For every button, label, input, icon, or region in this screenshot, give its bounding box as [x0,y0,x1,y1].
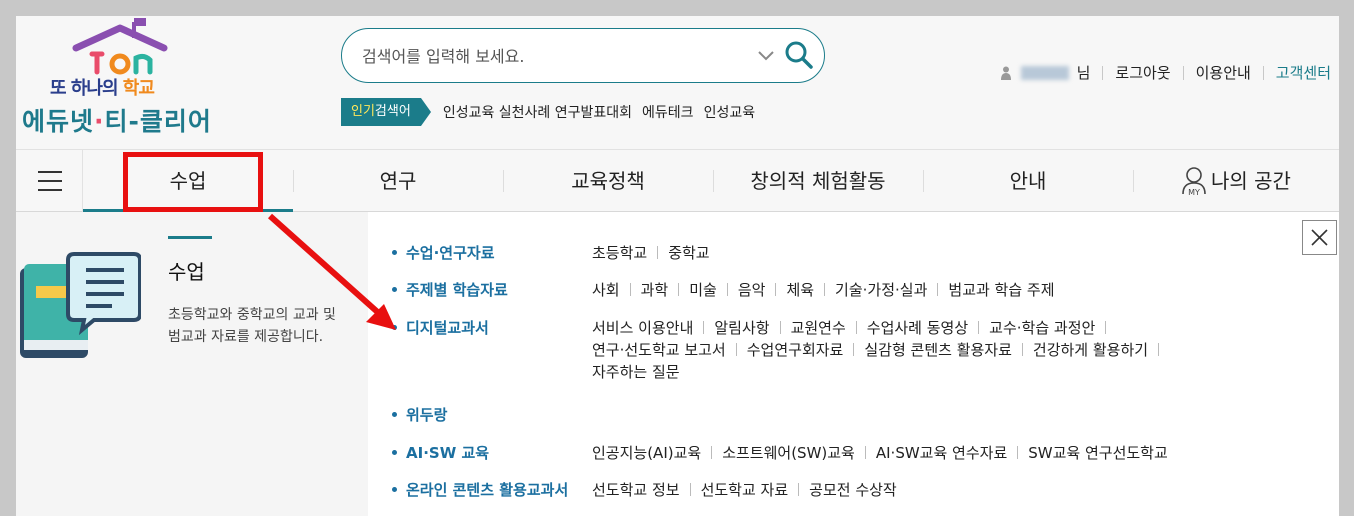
menu-subitem[interactable]: 수업사례 동영상 [867,317,979,339]
my-space-icon: MY [1182,167,1206,196]
popular-keywords: 인기검색어 인성교육 실천사례 연구발표대회 에듀테크 인성교육 [341,98,755,126]
svg-text:MY: MY [1188,188,1200,196]
close-icon [1311,229,1328,246]
search-input[interactable] [362,43,742,69]
menu-row: 위두랑 [392,404,592,425]
nav-item-policy[interactable]: 교육정책 [503,150,713,212]
close-button[interactable] [1302,220,1337,255]
menu-row: 수업·연구자료 초등학교 중학교 [392,242,1292,264]
menu-category[interactable]: 디지털교과서 [392,317,592,383]
menu-subitem[interactable]: 체육 [786,279,825,301]
menu-subitem[interactable]: 미술 [689,279,728,301]
menu-category[interactable]: 위두랑 [392,404,592,425]
divider [1133,170,1134,192]
nav-item-activities[interactable]: 창의적 체험활동 [713,150,923,212]
menu-subitem[interactable]: 자주하는 질문 [592,361,680,383]
nav-item-info[interactable]: 안내 [923,150,1133,212]
nav-item-my-space[interactable]: 나의 공간 [1211,150,1301,212]
guide-link[interactable]: 이용안내 [1196,62,1251,83]
menu-subitem[interactable]: 선도학교 자료 [701,479,800,501]
submenu-panel: 수업·연구자료 초등학교 중학교 주제별 학습자료 사회 과학 미술 음악 체육 기술·가정… [368,212,1339,516]
house-logo-icon [72,18,168,75]
menu-category[interactable]: 주제별 학습자료 [392,279,592,301]
menu-icon[interactable] [16,150,83,212]
menu-subitem[interactable]: 중학교 [668,242,709,264]
menu-subitem[interactable]: 기술·가정·실과 [835,279,938,301]
search-box [341,28,825,83]
menu-subitem[interactable]: 과학 [641,279,680,301]
menu-subitem[interactable]: 공모전 수상작 [809,479,897,501]
user-icon [1000,66,1011,80]
username-blurred [1020,65,1069,80]
header: 또 하나의 학교 에듀넷·티-클리어 인기검색어 인성교육 실천사례 연구발표대… [16,16,1339,150]
submenu-title: 수업 [168,260,205,284]
menu-subitem[interactable]: 수업연구회자료 [747,339,855,361]
logo-tagline: 또 하나의 학교 [50,78,155,99]
menu-subitem[interactable]: 인공지능(AI)교육 [592,442,712,464]
menu-subitems: 선도학교 정보 선도학교 자료 공모전 수상작 [592,479,1292,501]
popular-keyword[interactable]: 인성교육 실천사례 연구발표대회 [443,102,632,122]
book-chat-icon [20,252,141,358]
utility-nav: 님 로그아웃 이용안내 고객센터 [1000,62,1331,83]
title-accent-bar [168,236,212,239]
chevron-down-icon[interactable] [756,45,776,65]
arrow-annotation [268,213,396,330]
menu-subitems: 인공지능(AI)교육 소프트웨어(SW)교육 AI·SW교육 연수자료 SW교육 연구… [592,442,1292,464]
menu-subitem[interactable]: 연구·선도학교 보고서 [592,339,737,361]
menu-subitems: 서비스 이용안내 알림사항 교원연수 수업사례 동영상 교수·학습 과정안연구·선도학교… [592,317,1282,383]
menu-subitem[interactable]: 음악 [738,279,777,301]
user-suffix: 님 [1076,64,1091,82]
menu-subitem[interactable]: 교원연수 [791,317,857,339]
menu-subitem[interactable]: 서비스 이용안내 [592,317,704,339]
menu-subitem[interactable]: 교수·학습 과정안 [989,317,1106,339]
menu-category[interactable]: 수업·연구자료 [392,242,592,264]
menu-subitem[interactable]: 범교과 학습 주제 [948,279,1054,301]
menu-row: 디지털교과서 서비스 이용안내 알림사항 교원연수 수업사례 동영상 교수·학습 과정안… [392,317,1282,383]
menu-subitem[interactable]: 초등학교 [592,242,658,264]
menu-row: AI·SW 교육 인공지능(AI)교육 소프트웨어(SW)교육 AI·SW교육 연수… [392,442,1292,464]
menu-subitem[interactable]: 소프트웨어(SW)교육 [722,442,866,464]
logout-link[interactable]: 로그아웃 [1115,62,1170,83]
menu-row: 온라인 콘텐츠 활용교과서 선도학교 정보 선도학교 자료 공모전 수상작 [392,479,1292,501]
menu-subitem[interactable]: 실감형 콘텐츠 활용자료 [864,339,1023,361]
popular-tag: 인기검색어 [341,98,431,126]
menu-subitem[interactable]: 건강하게 활용하기 [1033,339,1159,361]
divider [1262,65,1264,80]
nav-item-research[interactable]: 연구 [293,150,503,212]
menu-subitem[interactable]: AI·SW교육 연수자료 [876,442,1018,464]
customer-center-link[interactable]: 고객센터 [1276,62,1331,83]
menu-subitems: 사회 과학 미술 음악 체육 기술·가정·실과 범교과 학습 주제 [592,279,1292,301]
divider [1182,65,1184,80]
menu-subitem[interactable]: 사회 [592,279,631,301]
logo[interactable]: 또 하나의 학교 에듀넷·티-클리어 [20,18,220,138]
menu-subitem[interactable]: 알림사항 [714,317,780,339]
menu-row: 주제별 학습자료 사회 과학 미술 음악 체육 기술·가정·실과 범교과 학습 주제 [392,279,1292,301]
menu-subitem[interactable]: 선도학교 정보 [592,479,691,501]
logo-title: 에듀넷·티-클리어 [22,107,212,136]
highlight-box [123,152,263,212]
popular-keyword[interactable]: 인성교육 [704,102,756,122]
menu-category[interactable]: AI·SW 교육 [392,442,592,464]
page: 또 하나의 학교 에듀넷·티-클리어 인기검색어 인성교육 실천사례 연구발표대… [16,16,1339,516]
menu-category[interactable]: 온라인 콘텐츠 활용교과서 [392,479,592,501]
search-icon[interactable] [784,40,814,70]
menu-subitem[interactable]: SW교육 연구선도학교 [1028,442,1168,464]
popular-keyword[interactable]: 에듀테크 [642,102,694,122]
divider [1102,65,1104,80]
menu-subitems: 초등학교 중학교 [592,242,1292,264]
